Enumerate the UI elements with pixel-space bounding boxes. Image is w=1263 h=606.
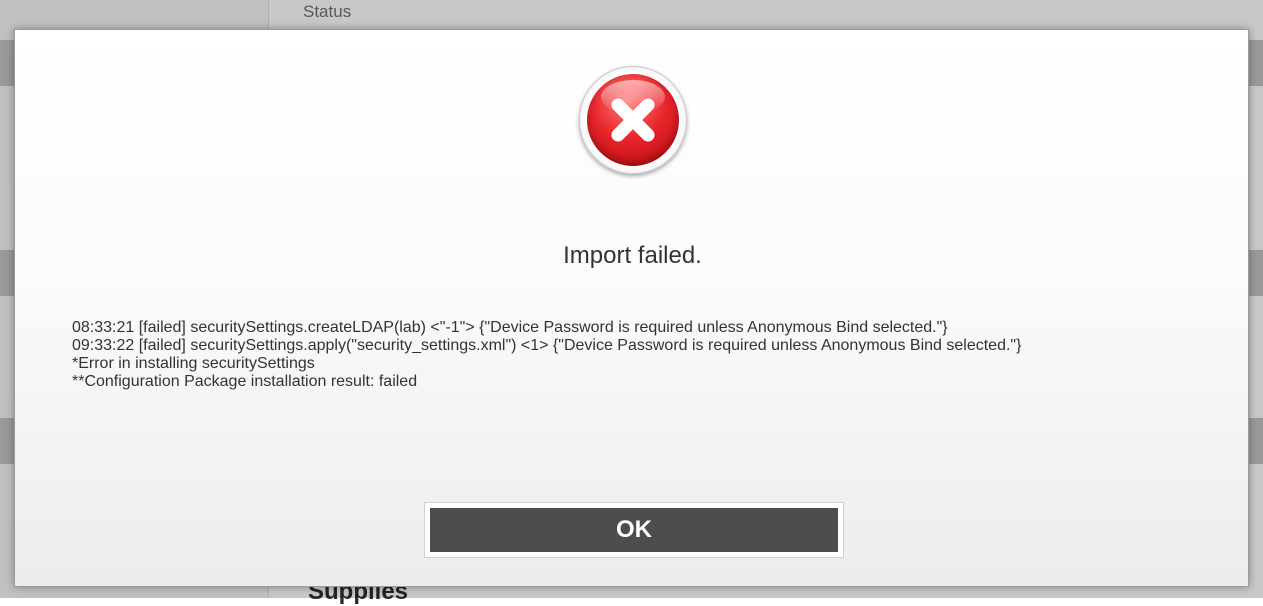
ok-button-frame: OK (424, 502, 844, 558)
dialog-title: Import failed. (563, 242, 702, 269)
log-line: 09:33:22 [failed] securitySettings.apply… (72, 337, 1022, 354)
import-result-dialog: Import failed. 08:33:21 [failed] securit… (14, 29, 1249, 587)
ok-button[interactable]: OK (430, 508, 838, 552)
log-line: *Error in installing securitySettings (72, 355, 315, 372)
error-log: 08:33:21 [failed] securitySettings.creat… (72, 319, 1182, 391)
error-icon (579, 66, 687, 174)
log-line: **Configuration Package installation res… (72, 373, 418, 390)
log-line: 08:33:21 [failed] securitySettings.creat… (72, 319, 948, 336)
